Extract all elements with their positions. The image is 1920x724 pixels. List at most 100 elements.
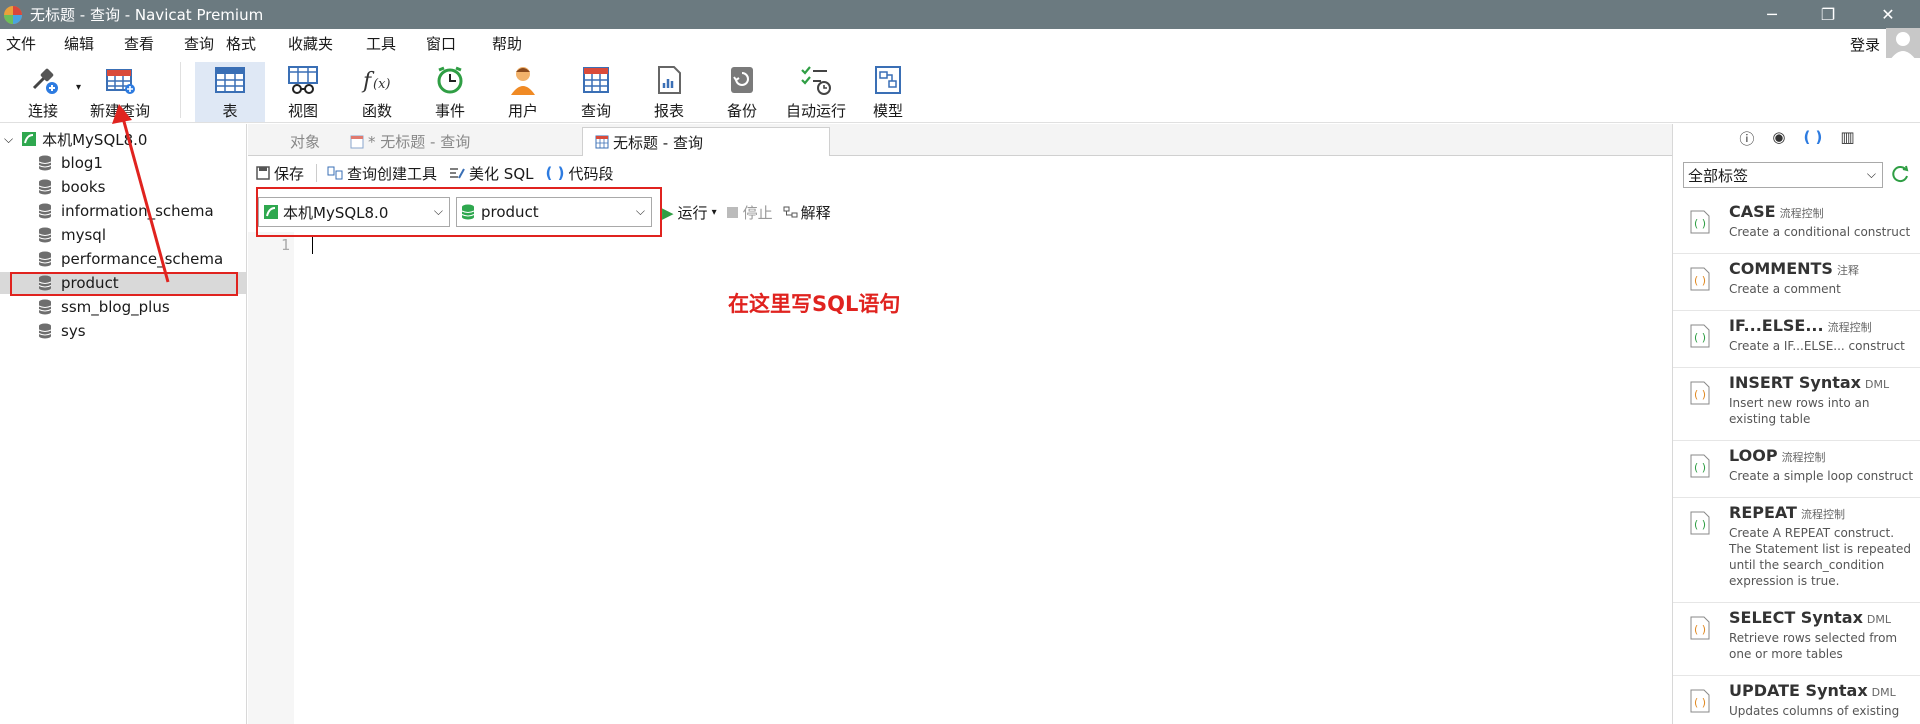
save-button[interactable]: 保存 — [256, 163, 304, 184]
snippet-file-icon: ( ) — [1690, 511, 1710, 535]
view-button[interactable]: 视图 — [268, 62, 338, 122]
svg-text:( ): ( ) — [1694, 696, 1706, 709]
refresh-icon[interactable] — [1891, 164, 1911, 184]
text-cursor — [312, 236, 313, 254]
tree-root-connection[interactable]: ⌵ 本机MySQL8.0 — [4, 128, 147, 150]
menu-edit[interactable]: 编辑 — [64, 33, 94, 54]
explain-icon — [783, 206, 798, 217]
tab-untitled-query-modified[interactable]: * 无标题 - 查询 — [338, 127, 576, 156]
tree-db-blog1[interactable]: blog1 — [38, 152, 244, 174]
snippet-loop[interactable]: ( ) LOOP 流程控制 Create a simple loop constr… — [1673, 442, 1920, 498]
user-button[interactable]: 用户 — [488, 62, 558, 122]
menu-format[interactable]: 格式 — [226, 33, 256, 54]
database-icon — [38, 251, 52, 267]
stop-button[interactable]: 停止 — [726, 202, 773, 223]
query-tab-icon — [350, 135, 364, 148]
function-icon: f (x) — [361, 69, 390, 94]
report-icon — [658, 66, 681, 94]
database-icon — [38, 323, 52, 339]
svg-text:( ): ( ) — [1694, 331, 1706, 344]
snippet-comments[interactable]: ( ) COMMENTS 注释 Create a comment — [1673, 255, 1920, 311]
snippet-update-syntax[interactable]: ( ) UPDATE Syntax DML Updates columns of … — [1673, 677, 1920, 724]
table-icon — [215, 67, 245, 93]
explain-button[interactable]: 解释 — [783, 202, 831, 223]
snippet-file-icon: ( ) — [1690, 454, 1710, 478]
tree-db-mysql[interactable]: mysql — [38, 224, 244, 246]
login-button[interactable]: 登录 — [1850, 34, 1880, 55]
avatar[interactable] — [1886, 28, 1920, 60]
line-number-gutter: 1 — [248, 232, 294, 724]
backup-icon — [731, 67, 753, 93]
connect-dropdown-chevron-icon[interactable]: ▾ — [76, 82, 81, 93]
snippet-insert-syntax[interactable]: ( ) INSERT Syntax DML Insert new rows int… — [1673, 369, 1920, 441]
beautify-sql-button[interactable]: 美化 SQL — [449, 163, 534, 184]
snippet-select-syntax[interactable]: ( ) SELECT Syntax DML Retrieve rows selec… — [1673, 604, 1920, 676]
code-snippet-button[interactable]: ( ) 代码段 — [546, 163, 614, 184]
stop-icon — [726, 207, 738, 218]
mysql-connection-icon — [22, 132, 37, 146]
autorun-icon — [801, 66, 831, 95]
tree-db-books[interactable]: books — [38, 176, 244, 198]
table-button[interactable]: 表 — [195, 62, 265, 122]
tag-filter-select[interactable]: 全部标签 ⌵ — [1683, 162, 1883, 188]
beautify-icon — [450, 168, 465, 179]
user-avatar-icon — [1890, 32, 1916, 60]
snippet-brackets-icon[interactable]: ( ) — [1803, 128, 1822, 150]
connect-button[interactable]: 连接 — [8, 62, 78, 122]
connection-highlight-box — [256, 187, 662, 237]
query-builder-icon — [327, 166, 343, 180]
product-highlight-box — [10, 272, 238, 296]
info-icon[interactable]: ⓘ — [1739, 128, 1754, 150]
snippet-if-else[interactable]: ( ) IF...ELSE... 流程控制 Create a IF...ELSE.… — [1673, 312, 1920, 368]
chevron-down-icon[interactable]: ⌵ — [4, 132, 13, 147]
restore-icon[interactable]: ❐ — [1800, 0, 1856, 29]
query-icon — [583, 67, 609, 93]
run-controls: ▶ 运行 ▾ 停止 解释 — [662, 202, 841, 223]
tree-db-ssm-blog-plus[interactable]: ssm_blog_plus — [38, 296, 244, 318]
tree-db-performance-schema[interactable]: performance_schema — [38, 248, 244, 270]
window-title: 无标题 - 查询 - Navicat Premium — [30, 6, 264, 24]
line-number: 1 — [280, 236, 290, 254]
backup-button[interactable]: 备份 — [707, 62, 777, 122]
menu-favorites[interactable]: 收藏夹 — [288, 33, 333, 54]
database-icon — [38, 227, 52, 243]
svg-text:(x): (x) — [373, 77, 390, 92]
save-icon — [256, 166, 270, 180]
menu-query[interactable]: 查询 — [184, 33, 214, 54]
menu-help[interactable]: 帮助 — [492, 33, 522, 54]
database-icon — [38, 299, 52, 315]
menu-window[interactable]: 窗口 — [426, 33, 456, 54]
report-button[interactable]: 报表 — [634, 62, 704, 122]
chevron-down-icon: ⌵ — [1866, 167, 1876, 181]
svg-text:( ): ( ) — [1694, 388, 1706, 401]
autorun-button[interactable]: 自动运行 — [780, 62, 852, 122]
sql-editor[interactable]: 1 在这里写SQL语句 — [248, 232, 1672, 724]
tab-objects[interactable]: 对象 — [262, 127, 348, 156]
panel-icon-bar: ⓘ ◉ ( ) ▥ — [1673, 128, 1920, 150]
menu-view[interactable]: 查看 — [124, 33, 154, 54]
tab-untitled-query[interactable]: 无标题 - 查询 — [582, 127, 830, 156]
run-button[interactable]: ▶ 运行 ▾ — [662, 202, 717, 223]
eye-icon[interactable]: ◉ — [1772, 128, 1785, 150]
new-query-button[interactable]: 新建查询 — [86, 62, 154, 122]
snippet-repeat[interactable]: ( ) REPEAT 流程控制 Create A REPEAT construct… — [1673, 499, 1920, 603]
snippet-case[interactable]: ( ) CASE 流程控制 Create a conditional constr… — [1673, 198, 1920, 254]
close-icon[interactable]: ✕ — [1860, 0, 1916, 29]
tree-db-information-schema[interactable]: information_schema — [38, 200, 244, 222]
event-button[interactable]: 事件 — [415, 62, 485, 122]
run-dropdown-chevron-icon[interactable]: ▾ — [712, 207, 717, 218]
user-icon — [511, 67, 535, 95]
minimize-icon[interactable]: ─ — [1744, 0, 1800, 29]
query-button[interactable]: 查询 — [561, 62, 631, 122]
menu-file[interactable]: 文件 — [6, 33, 36, 54]
snippet-file-icon: ( ) — [1690, 689, 1710, 713]
snippet-file-icon: ( ) — [1690, 616, 1710, 640]
layout-icon[interactable]: ▥ — [1840, 128, 1854, 150]
snippet-panel: ⓘ ◉ ( ) ▥ 全部标签 ⌵ ( ) CASE 流程控制 Create a c… — [1672, 124, 1920, 724]
query-builder-button[interactable]: 查询创建工具 — [327, 163, 437, 184]
snippet-file-icon: ( ) — [1690, 381, 1710, 405]
function-button[interactable]: f (x) 函数 — [342, 62, 412, 122]
model-button[interactable]: 模型 — [853, 62, 923, 122]
tree-db-sys[interactable]: sys — [38, 320, 244, 342]
menu-tools[interactable]: 工具 — [366, 33, 396, 54]
